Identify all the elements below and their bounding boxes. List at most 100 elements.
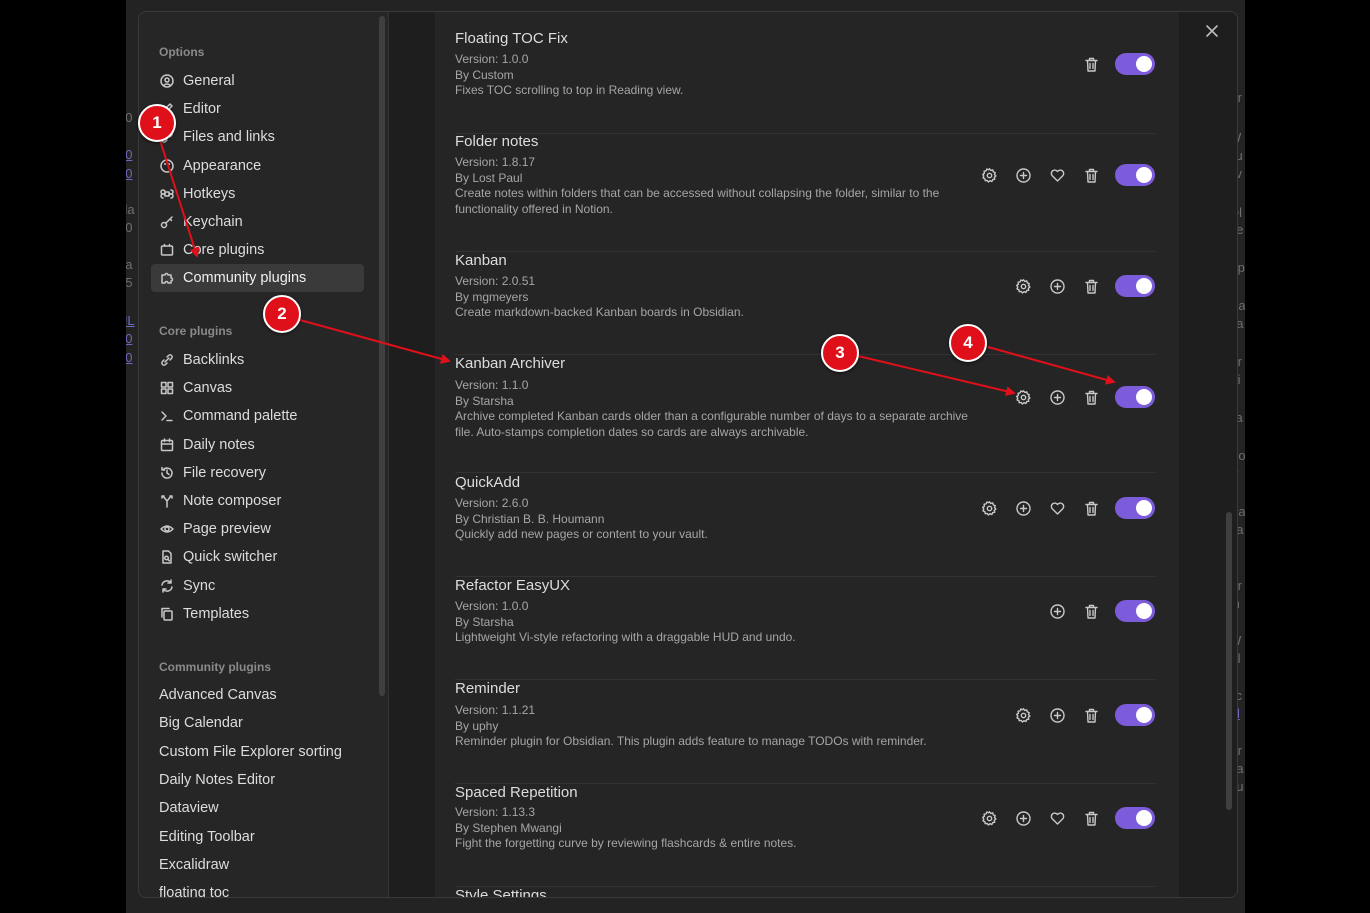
sidebar-item-backlinks[interactable]: Backlinks [151,346,364,374]
sidebar-item-editing-toolbar[interactable]: Editing Toolbar [151,823,364,851]
sidebar-item-file-recovery[interactable]: File recovery [151,459,364,487]
sidebar-item-command-palette[interactable]: Command palette [151,402,364,430]
plugin-row-kanban: Kanban Version: 2.0.51 By mgmeyers Create m… [455,252,1155,355]
trash-button[interactable] [1081,165,1101,185]
sidebar-item-page-preview[interactable]: Page preview [151,515,364,543]
plus-circle-icon [1049,278,1065,294]
plugin-enable-toggle[interactable] [1115,386,1155,408]
toggle-knob [1136,603,1152,619]
plugin-actions [1081,53,1155,75]
sidebar-item-floating-toc[interactable]: floating toc [151,879,364,897]
installed-plugins-list: Floating TOC Fix Version: 1.0.0 By Custom F… [435,12,1179,897]
content-scrollbar[interactable] [1226,512,1232,810]
sidebar-item-general[interactable]: General [151,67,364,95]
heart-icon [1050,501,1064,515]
general-icon [159,73,175,89]
plugin-enable-toggle[interactable] [1115,600,1155,622]
settings-button[interactable] [1013,705,1033,725]
trash-button[interactable] [1081,601,1101,621]
sidebar-item-label: File recovery [183,464,266,481]
add-button[interactable] [1047,276,1067,296]
sidebar-item-templates[interactable]: Templates [151,600,364,628]
plugin-actions [979,164,1155,186]
sidebar-item-daily-notes[interactable]: Daily notes [151,431,364,459]
trash-button[interactable] [1081,387,1101,407]
add-button[interactable] [1013,165,1033,185]
plugin-description: Reminder plugin for Obsidian. This plugi… [455,734,927,748]
trash-button[interactable] [1081,498,1101,518]
add-button[interactable] [1013,808,1033,828]
add-button[interactable] [1013,498,1033,518]
plugin-row-floating-toc-fix: Floating TOC Fix Version: 1.0.0 By Custom F… [455,30,1155,134]
plugin-enable-toggle[interactable] [1115,704,1155,726]
settings-button[interactable] [1013,276,1033,296]
plugin-description: Create markdown-backed Kanban boards in … [455,305,744,319]
sidebar-item-label: Custom File Explorer sorting [159,743,342,760]
sidebar-item-quick-switcher[interactable]: Quick switcher [151,543,364,571]
sidebar-item-canvas[interactable]: Canvas [151,374,364,402]
sidebar-item-editor[interactable]: Editor [151,95,364,123]
sidebar-item-community-plugins[interactable]: Community plugins [151,264,364,293]
plugin-name: Floating TOC Fix [455,30,568,47]
background-fragment: UL [126,313,135,328]
trash-icon [1084,279,1098,294]
plus-circle-icon [1015,810,1031,826]
sidebar-item-custom-file-explorer-sorting[interactable]: Custom File Explorer sorting [151,738,364,766]
trash-button[interactable] [1081,808,1101,828]
sidebar-item-advanced-canvas[interactable]: Advanced Canvas [151,681,364,709]
plugin-enable-toggle[interactable] [1115,807,1155,829]
settings-button[interactable] [979,165,999,185]
add-button[interactable] [1047,387,1067,407]
settings-button[interactable] [1013,387,1033,407]
sidebar-item-hotkeys[interactable]: Hotkeys [151,180,364,208]
sidebar-item-label: floating toc [159,885,230,897]
sidebar-item-dataview[interactable]: Dataview [151,794,364,822]
plugin-enable-toggle[interactable] [1115,53,1155,75]
plugin-name: Style Settings [455,887,547,897]
eye-icon [159,521,175,537]
plus-circle-icon [1049,707,1065,723]
merge-icon [159,493,175,509]
close-button[interactable] [1201,20,1223,42]
settings-button[interactable] [979,498,999,518]
sidebar-item-big-calendar[interactable]: Big Calendar [151,709,364,737]
trash-icon [1084,708,1098,723]
sidebar-item-note-composer[interactable]: Note composer [151,487,364,515]
plugin-author: By mgmeyers [455,290,529,304]
trash-icon [1084,604,1098,619]
background-fragment: 20 [126,350,133,365]
sidebar-item-excalidraw[interactable]: Excalidraw [151,851,364,879]
sidebar-item-keychain[interactable]: Keychain [151,208,364,236]
close-icon [1206,25,1218,37]
add-button[interactable] [1047,705,1067,725]
trash-button[interactable] [1081,54,1101,74]
heart-button[interactable] [1047,808,1067,828]
plugin-description: Fixes TOC scrolling to top in Reading vi… [455,83,684,97]
plugin-version: Version: 1.8.17 [455,155,536,169]
plugin-description: Create notes within folders that can be … [455,186,940,216]
sidebar-item-sync[interactable]: Sync [151,572,364,600]
sidebar-item-appearance[interactable]: Appearance [151,152,364,180]
sidebar-item-label: Hotkeys [183,185,236,202]
sidebar-item-label: Appearance [183,157,262,174]
sidebar-item-daily-notes-editor[interactable]: Daily Notes Editor [151,766,364,794]
plus-circle-icon [1049,603,1065,619]
add-button[interactable] [1047,601,1067,621]
plugin-author: By Christian B. B. Houmann [455,512,605,526]
trash-button[interactable] [1081,276,1101,296]
backlinks-icon [159,352,175,368]
plugin-enable-toggle[interactable] [1115,164,1155,186]
heart-button[interactable] [1047,498,1067,518]
plugin-actions [979,807,1155,829]
sidebar-scrollbar[interactable] [379,16,385,696]
trash-button[interactable] [1081,705,1101,725]
sidebar-item-label: Command palette [183,408,298,425]
sidebar-item-core-plugins[interactable]: Core plugins [151,236,364,264]
plugin-enable-toggle[interactable] [1115,497,1155,519]
heart-button[interactable] [1047,165,1067,185]
toggle-knob [1136,500,1152,516]
sidebar-item-files-and-links[interactable]: Files and links [151,123,364,151]
settings-button[interactable] [979,808,999,828]
plugin-enable-toggle[interactable] [1115,275,1155,297]
sidebar-item-label: Templates [183,605,250,622]
